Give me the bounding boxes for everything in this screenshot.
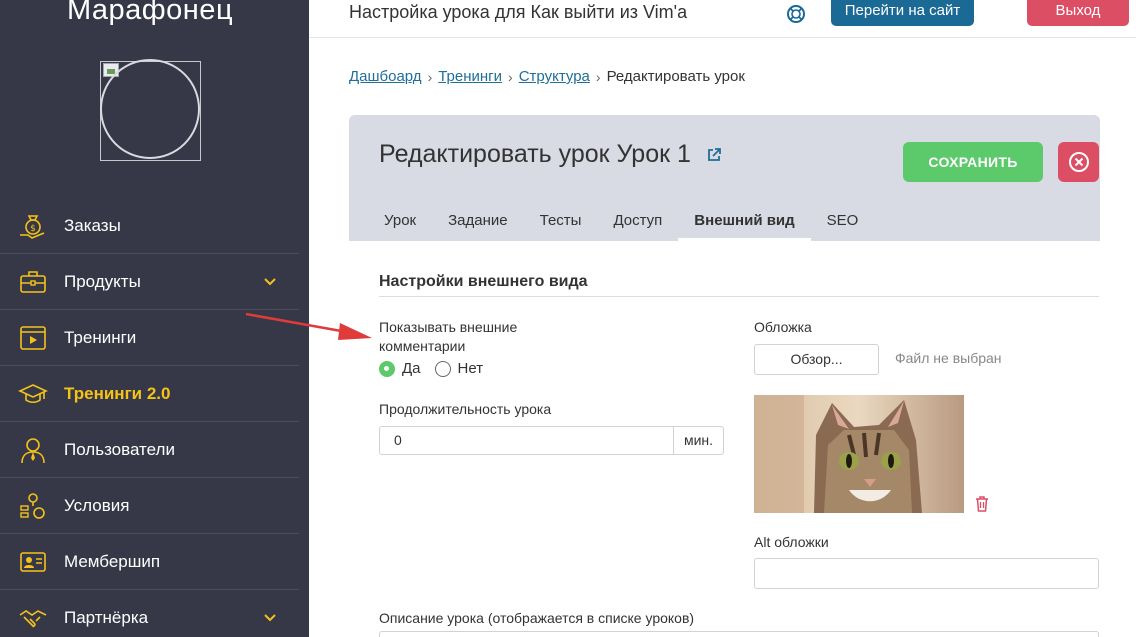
sidebar-item-label: Тренинги 2.0	[64, 383, 171, 403]
section-title: Настройки внешнего вида	[379, 273, 588, 290]
avatar-circle	[100, 59, 200, 159]
breadcrumb-link-trainings[interactable]: Тренинги	[438, 68, 502, 85]
graduation-cap-icon	[18, 379, 48, 409]
page-title: Настройка урока для Как выйти из Vim'a	[349, 2, 688, 22]
sidebar-item-trainings-2[interactable]: Тренинги 2.0	[0, 366, 299, 422]
breadcrumb-current: Редактировать урок	[606, 68, 745, 85]
comments-label-line1: Показывать внешние	[379, 319, 518, 335]
tab-lesson[interactable]: Урок	[368, 211, 432, 241]
breadcrumb-separator: ›	[427, 68, 433, 85]
comments-label-line2: комментарии	[379, 338, 466, 354]
comments-radio-group: Да Нет	[379, 360, 497, 377]
briefcase-icon	[18, 267, 48, 297]
brand-logo[interactable]: Марафонец	[0, 0, 300, 27]
support-lifebuoy-icon[interactable]	[785, 3, 807, 25]
logout-button[interactable]: Выход	[1027, 0, 1129, 26]
card-title: Редактировать урок Урок 1	[379, 140, 691, 168]
sidebar: Марафонец $ Заказы Продукты Тренинги Тре…	[0, 0, 309, 637]
chevron-down-icon[interactable]	[262, 274, 278, 290]
tab-access[interactable]: Доступ	[597, 211, 678, 241]
radio-yes-label[interactable]: Да	[402, 360, 421, 377]
file-status: Файл не выбран	[895, 350, 1002, 366]
sidebar-item-trainings[interactable]: Тренинги	[0, 310, 299, 366]
tab-appearance[interactable]: Внешний вид	[678, 211, 812, 241]
sidebar-item-label: Мембершип	[64, 551, 161, 571]
sidebar-item-label: Пользователи	[64, 439, 175, 459]
breadcrumb: Дашбоард › Тренинги › Структура › Редакт…	[349, 68, 745, 85]
chevron-down-icon[interactable]	[262, 610, 278, 626]
sidebar-item-partners[interactable]: Партнёрка	[0, 590, 299, 637]
video-player-icon	[18, 323, 48, 353]
avatar[interactable]	[100, 59, 201, 161]
duration-input-group: 0 мин.	[379, 426, 724, 455]
money-bag-icon: $	[18, 211, 48, 241]
sidebar-item-orders[interactable]: $ Заказы	[0, 198, 299, 254]
svg-text:$: $	[30, 224, 36, 234]
breadcrumb-separator: ›	[508, 68, 513, 85]
breadcrumb-separator: ›	[595, 68, 601, 85]
appearance-settings-panel: Настройки внешнего вида Показывать внешн…	[349, 241, 1100, 637]
alt-input[interactable]	[754, 558, 1099, 589]
breadcrumb-link-dashboard[interactable]: Дашбоард	[349, 68, 422, 85]
sidebar-item-users[interactable]: Пользователи	[0, 422, 299, 478]
sidebar-item-conditions[interactable]: Условия	[0, 478, 299, 534]
alt-label: Alt обложки	[754, 534, 829, 550]
sidebar-item-products[interactable]: Продукты	[0, 254, 299, 310]
sidebar-menu: $ Заказы Продукты Тренинги Тренинги 2.0	[0, 198, 299, 637]
radio-no[interactable]	[434, 360, 451, 377]
sidebar-item-label: Продукты	[64, 271, 141, 291]
conditions-icon	[18, 491, 48, 521]
sidebar-item-membership[interactable]: Мембершип	[0, 534, 299, 590]
comments-label: Показывать внешние комментарии	[379, 318, 517, 356]
tab-seo[interactable]: SEO	[811, 211, 875, 241]
cover-label: Обложка	[754, 319, 812, 335]
description-input[interactable]	[379, 631, 1099, 637]
browse-button[interactable]: Обзор...	[754, 344, 879, 375]
trash-icon[interactable]	[974, 495, 990, 513]
lesson-card-header: Редактировать урок Урок 1 СОХРАНИТЬ Урок…	[349, 115, 1100, 241]
user-icon	[18, 435, 48, 465]
duration-input[interactable]: 0	[380, 427, 673, 454]
radio-yes[interactable]	[379, 360, 395, 377]
sidebar-item-label: Партнёрка	[64, 608, 149, 627]
sidebar-item-label: Условия	[64, 495, 130, 515]
sidebar-item-label: Тренинги	[64, 327, 137, 347]
tab-tests[interactable]: Тесты	[524, 211, 598, 241]
top-bar: Настройка урока для Как выйти из Vim'a П…	[309, 0, 1136, 38]
sidebar-item-label: Заказы	[64, 215, 121, 235]
radio-no-label[interactable]: Нет	[458, 360, 484, 377]
description-label: Описание урока (отображается в списке ур…	[379, 610, 695, 626]
go-to-site-button[interactable]: Перейти на сайт	[831, 0, 974, 26]
handshake-icon	[18, 603, 48, 633]
external-link-icon[interactable]	[706, 147, 722, 163]
close-icon	[1068, 152, 1089, 172]
tab-assignment[interactable]: Задание	[432, 211, 524, 241]
duration-label: Продолжительность урока	[379, 401, 552, 417]
cover-image	[754, 395, 964, 513]
save-button[interactable]: СОХРАНИТЬ	[903, 142, 1043, 182]
close-button[interactable]	[1058, 142, 1099, 182]
id-card-icon	[18, 547, 48, 577]
tab-bar: Урок Задание Тесты Доступ Внешний вид SE…	[368, 211, 874, 241]
breadcrumb-link-structure[interactable]: Структура	[519, 68, 590, 85]
section-divider	[379, 296, 1099, 297]
duration-unit: мин.	[673, 427, 723, 454]
